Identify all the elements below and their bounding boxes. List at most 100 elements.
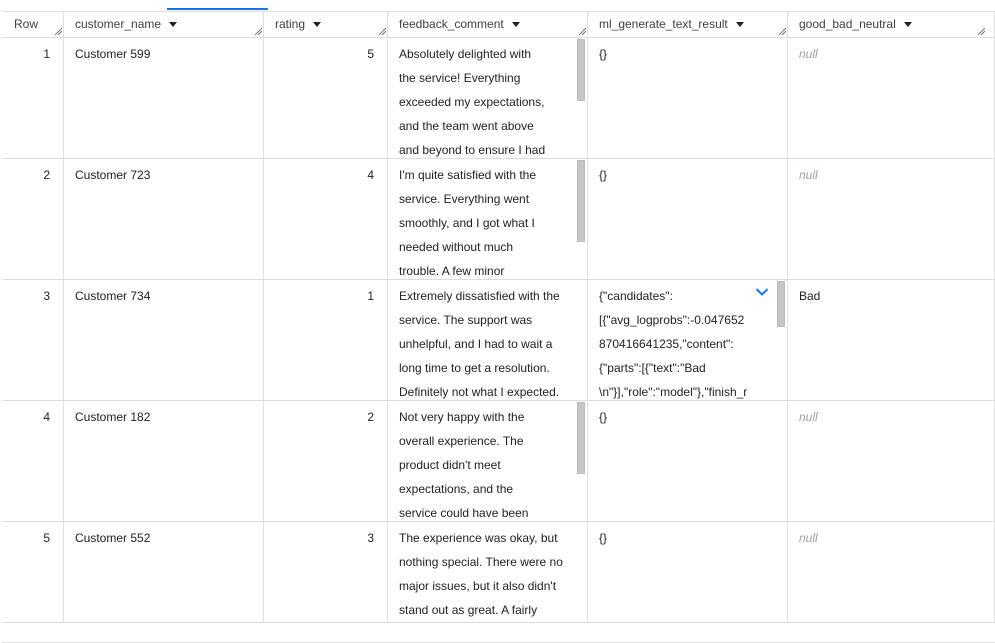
rating-cell[interactable]: 3 [263,521,387,642]
feedback-comment-cell[interactable]: I'm quite satisfied with the service. Eve… [387,158,587,278]
feedback-comment-line: overall experience. The [399,434,524,448]
good-bad-neutral-cell[interactable]: null [787,521,995,642]
feedback-comment-line: service. The support was [399,313,533,327]
good-bad-neutral-value: null [799,168,818,182]
column-resize-icon[interactable] [55,28,62,35]
feedback-comment-line: major issues, but it also didn't [399,579,557,593]
header-ml-generate-text-result[interactable]: ml_generate_text_result [587,12,787,37]
rating-cell[interactable]: 4 [263,158,387,279]
good-bad-neutral-cell[interactable]: null [787,37,995,158]
column-resize-icon[interactable] [379,28,386,35]
header-feedback-comment-label: feedback_comment [399,17,504,31]
row-number-cell: 3 [2,279,63,400]
customer-name-value: Customer 552 [75,531,151,545]
good-bad-neutral-value: null [799,410,818,424]
feedback-comment-line: and beyond to ensure I had [399,143,546,157]
ml-result-line: 870416641235,"content": [599,337,734,351]
ml-result-line: {"parts":[{"text":"Bad [599,361,706,375]
feedback-comment-cell[interactable]: Extremely dissatisfied with the service. … [387,279,587,399]
feedback-cell-scrollbar[interactable] [577,39,585,101]
feedback-comment-line: and the team went above [399,119,534,133]
customer-name-cell[interactable]: Customer 182 [63,400,263,521]
ml-generate-text-result-cell[interactable]: {} [587,400,787,521]
rating-value: 2 [367,410,374,424]
feedback-comment-line: the service! Everything [399,71,521,85]
header-customer-name[interactable]: customer_name [63,12,263,37]
row-number-cell: 1 [2,37,63,158]
header-good-bad-neutral[interactable]: good_bad_neutral [787,12,995,37]
feedback-comment-line: smoothly, and I got what I [399,216,535,230]
ml-cell-scrollbar[interactable] [777,281,785,327]
column-resize-icon[interactable] [579,28,586,35]
caret-down-icon[interactable] [313,22,322,27]
good-bad-neutral-value: null [799,531,818,545]
row-number: 1 [43,47,50,61]
rating-cell[interactable]: 2 [263,400,387,521]
feedback-comment-line: service could have been [399,506,529,520]
table-row[interactable]: 1 Customer 599 5 Absolutely delighted with t… [2,37,995,159]
customer-name-cell[interactable]: Customer 552 [63,521,263,642]
customer-name-value: Customer 182 [75,410,151,424]
column-resize-icon[interactable] [255,28,262,35]
results-table: Row customer_name rating feedback_commen… [2,0,995,643]
ml-result-line: {} [599,410,608,424]
column-resize-icon[interactable] [779,28,786,35]
table-row[interactable]: 2 Customer 723 4 I'm quite satisfied with t… [2,158,995,280]
ml-generate-text-result-cell[interactable]: {} [587,158,787,279]
active-column-indicator [167,8,268,10]
table-row[interactable]: 5 Customer 552 3 The experience was okay, b… [2,521,995,643]
chevron-down-icon[interactable] [755,286,769,296]
good-bad-neutral-cell[interactable]: null [787,158,995,279]
feedback-comment-cell[interactable]: The experience was okay, but nothing spec… [387,521,587,641]
column-resize-icon[interactable] [978,28,985,35]
header-feedback-comment[interactable]: feedback_comment [387,12,587,37]
rating-cell[interactable]: 1 [263,279,387,400]
ml-generate-text-result-cell[interactable]: {} [587,37,787,158]
rating-value: 4 [367,168,374,182]
header-row[interactable]: Row [2,12,63,37]
caret-down-icon[interactable] [511,22,520,27]
customer-name-value: Customer 599 [75,47,151,61]
feedback-comment-line: Definitely not what I expected. [399,385,560,399]
ml-result-line: {"candidates": [599,289,673,303]
ml-result-line: [{"avg_logprobs":-0.047652 [599,313,745,327]
feedback-comment-cell[interactable]: Absolutely delighted with the service! Ev… [387,37,587,157]
rating-cell[interactable]: 5 [263,37,387,158]
header-rating[interactable]: rating [263,12,387,37]
rating-value: 5 [367,47,374,61]
row-number-cell: 5 [2,521,63,642]
caret-down-icon[interactable] [169,22,178,27]
row-number-cell: 4 [2,400,63,521]
table-footer-divider [2,622,995,623]
customer-name-value: Customer 734 [75,289,151,303]
feedback-comment-line: exceeded my expectations, [399,95,545,109]
table-row[interactable]: 3 Customer 734 1 Extremely dissatisfied wit… [2,279,995,401]
caret-down-icon[interactable] [735,22,744,27]
feedback-comment-line: trouble. A few minor [399,264,505,278]
header-customer-name-label: customer_name [75,17,162,31]
feedback-comment-line: expectations, and the [399,482,514,496]
ml-result-line: \n"}],"role":"model"},"finish_r [599,385,748,399]
feedback-comment-line: product didn't meet [399,458,501,472]
header-rating-label: rating [275,17,306,31]
row-number: 5 [43,531,50,545]
ml-result-line: {} [599,168,608,182]
feedback-comment-line: Extremely dissatisfied with the [399,289,560,303]
good-bad-neutral-cell[interactable]: null [787,400,995,521]
feedback-comment-cell[interactable]: Not very happy with the overall experienc… [387,400,587,520]
customer-name-cell[interactable]: Customer 734 [63,279,263,400]
feedback-cell-scrollbar[interactable] [577,160,585,242]
ml-generate-text-result-cell[interactable]: {"candidates": [{"avg_logprobs":-0.047652… [587,279,787,400]
ml-generate-text-result-cell[interactable]: {} [587,521,787,642]
feedback-cell-scrollbar[interactable] [577,402,585,474]
customer-name-cell[interactable]: Customer 599 [63,37,263,158]
customer-name-value: Customer 723 [75,168,151,182]
customer-name-cell[interactable]: Customer 723 [63,158,263,279]
feedback-comment-line: Not very happy with the [399,410,525,424]
rating-value: 3 [367,531,374,545]
table-row[interactable]: 4 Customer 182 2 Not very happy with the ove… [2,400,995,522]
feedback-comment-line: Absolutely delighted with [399,47,532,61]
feedback-comment-line: long time to get a resolution. [399,361,550,375]
caret-down-icon[interactable] [903,22,912,27]
good-bad-neutral-cell[interactable]: Bad [787,279,995,400]
